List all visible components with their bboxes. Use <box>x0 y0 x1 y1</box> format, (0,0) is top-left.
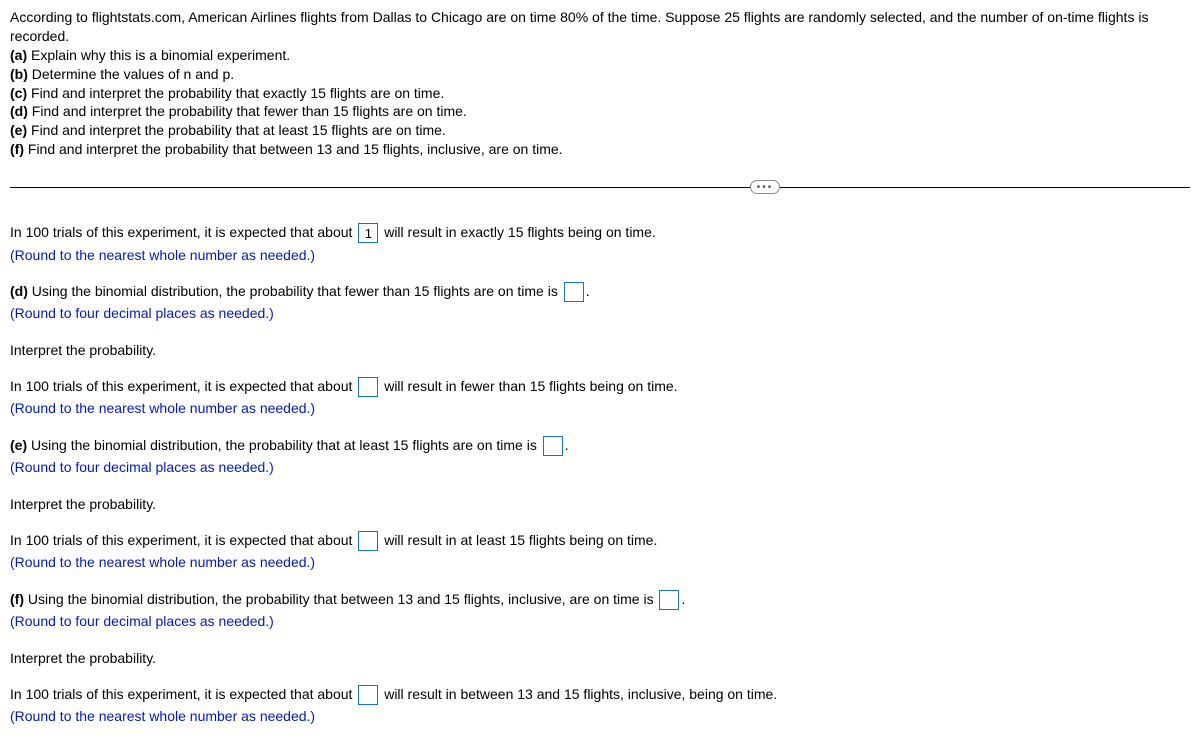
part-e-label: (e) <box>10 122 27 138</box>
part-c-text: Find and interpret the probability that … <box>27 85 444 101</box>
d-prefix: Using the binomial distribution, the pro… <box>28 283 562 299</box>
c-interpret-prefix: In 100 trials of this experiment, it is … <box>10 224 356 240</box>
d-interpret-block: In 100 trials of this experiment, it is … <box>10 375 1190 420</box>
f-help: (Round to four decimal places as needed.… <box>10 610 1190 632</box>
e-help: (Round to four decimal places as needed.… <box>10 456 1190 478</box>
d-interpret-heading: Interpret the probability. <box>10 339 1190 361</box>
part-f-text: Find and interpret the probability that … <box>24 141 563 157</box>
c-interpret-block: In 100 trials of this experiment, it is … <box>10 221 1190 266</box>
d-help: (Round to four decimal places as needed.… <box>10 302 1190 324</box>
e-interpret-heading: Interpret the probability. <box>10 493 1190 515</box>
part-b-text: Determine the values of n and p. <box>28 66 234 82</box>
answer-content: In 100 trials of this experiment, it is … <box>10 221 1190 728</box>
part-d-label: (d) <box>10 103 28 119</box>
e-interpret-prefix: In 100 trials of this experiment, it is … <box>10 532 356 548</box>
d-label: (d) <box>10 283 28 299</box>
f-prefix: Using the binomial distribution, the pro… <box>24 591 657 607</box>
e-interpret-heading-block: Interpret the probability. <box>10 493 1190 515</box>
f-label: (f) <box>10 591 24 607</box>
part-e-text: Find and interpret the probability that … <box>27 122 446 138</box>
d-interpret-heading-block: Interpret the probability. <box>10 339 1190 361</box>
part-e: (e) Find and interpret the probability t… <box>10 121 1190 140</box>
c-interpret-help: (Round to the nearest whole number as ne… <box>10 244 1190 266</box>
part-a-label: (a) <box>10 47 27 63</box>
d-interpret-input[interactable] <box>358 377 378 397</box>
f-interpret-suffix: will result in between 13 and 15 flights… <box>380 686 777 702</box>
e-interpret-help: (Round to the nearest whole number as ne… <box>10 551 1190 573</box>
part-d: (d) Find and interpret the probability t… <box>10 102 1190 121</box>
d-interpret-prefix: In 100 trials of this experiment, it is … <box>10 378 356 394</box>
part-a-text: Explain why this is a binomial experimen… <box>27 47 290 63</box>
f-suffix: . <box>681 591 685 607</box>
f-interpret-input[interactable] <box>358 685 378 705</box>
d-interpret-help: (Round to the nearest whole number as ne… <box>10 397 1190 419</box>
divider-line <box>10 187 1190 188</box>
e-label: (e) <box>10 437 27 453</box>
e-interpret-input[interactable] <box>358 531 378 551</box>
e-prob-block: (e) Using the binomial distribution, the… <box>10 434 1190 479</box>
f-prob-block: (f) Using the binomial distribution, the… <box>10 588 1190 633</box>
part-d-text: Find and interpret the probability that … <box>28 103 467 119</box>
intro-text: According to flightstats.com, American A… <box>10 8 1190 46</box>
c-interpret-input[interactable] <box>358 223 378 243</box>
f-interpret-block: In 100 trials of this experiment, it is … <box>10 683 1190 728</box>
f-interpret-prefix: In 100 trials of this experiment, it is … <box>10 686 356 702</box>
f-interpret-help: (Round to the nearest whole number as ne… <box>10 705 1190 727</box>
part-c-label: (c) <box>10 85 27 101</box>
part-f: (f) Find and interpret the probability t… <box>10 140 1190 159</box>
divider-row: ••• <box>10 177 1190 197</box>
d-interpret-suffix: will result in fewer than 15 flights bei… <box>380 378 677 394</box>
part-a: (a) Explain why this is a binomial exper… <box>10 46 1190 65</box>
part-b: (b) Determine the values of n and p. <box>10 65 1190 84</box>
e-prob-input[interactable] <box>543 436 563 456</box>
e-suffix: . <box>565 437 569 453</box>
more-button[interactable]: ••• <box>750 180 780 194</box>
c-interpret-suffix: will result in exactly 15 flights being … <box>380 224 655 240</box>
e-interpret-suffix: will result in at least 15 flights being… <box>380 532 657 548</box>
part-f-label: (f) <box>10 141 24 157</box>
e-interpret-block: In 100 trials of this experiment, it is … <box>10 529 1190 574</box>
e-prefix: Using the binomial distribution, the pro… <box>27 437 541 453</box>
part-b-label: (b) <box>10 66 28 82</box>
d-prob-block: (d) Using the binomial distribution, the… <box>10 280 1190 325</box>
d-prob-input[interactable] <box>564 282 584 302</box>
part-c: (c) Find and interpret the probability t… <box>10 84 1190 103</box>
d-suffix: . <box>586 283 590 299</box>
problem-header: According to flightstats.com, American A… <box>10 8 1190 159</box>
f-prob-input[interactable] <box>659 590 679 610</box>
